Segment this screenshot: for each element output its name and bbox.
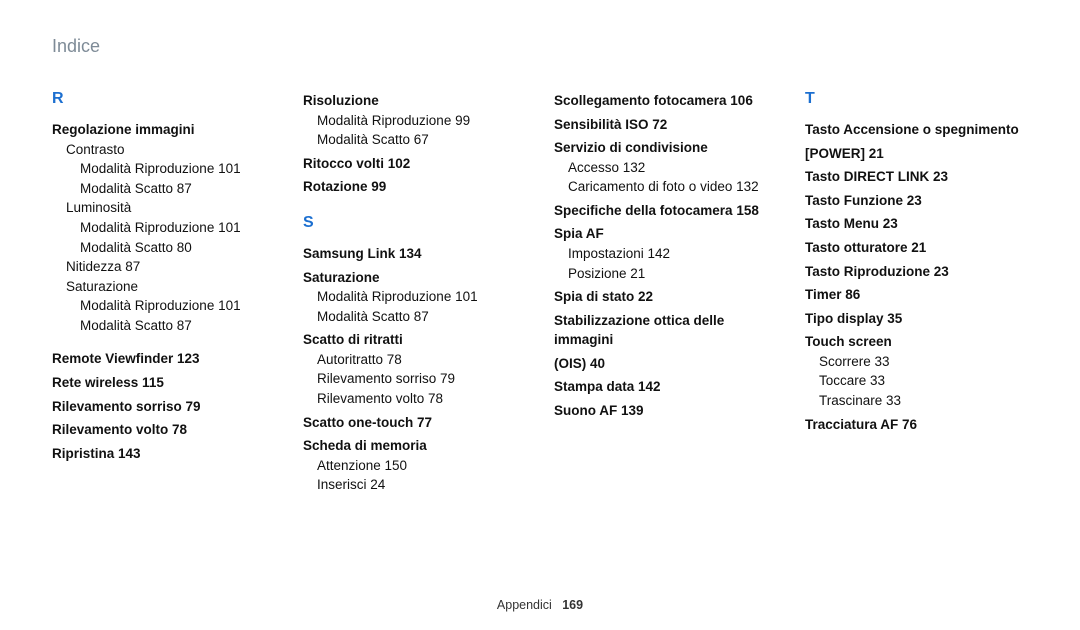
entry: Inserisci 24 bbox=[303, 475, 526, 495]
page-footer: Appendici 169 bbox=[0, 598, 1080, 612]
entry: Rete wireless 115 bbox=[52, 373, 275, 393]
entry: Rilevamento volto 78 bbox=[303, 389, 526, 409]
entry: Remote Viewfinder 123 bbox=[52, 349, 275, 369]
entry: Stabilizzazione ottica delle immagini bbox=[554, 311, 777, 350]
entry: Touch screen bbox=[805, 332, 1028, 352]
entry: Trascinare 33 bbox=[805, 391, 1028, 411]
entry: Stampa data 142 bbox=[554, 377, 777, 397]
entry: Accesso 132 bbox=[554, 158, 777, 178]
index-col-3: Scollegamento fotocamera 106 Sensibilità… bbox=[554, 87, 777, 495]
entry: Ripristina 143 bbox=[52, 444, 275, 464]
index-col-4: T Tasto Accensione o spegnimento [POWER]… bbox=[805, 87, 1028, 495]
entry: Rilevamento volto 78 bbox=[52, 420, 275, 440]
entry: Tipo display 35 bbox=[805, 309, 1028, 329]
entry: Risoluzione bbox=[303, 91, 526, 111]
entry: Spia AF bbox=[554, 224, 777, 244]
entry: Suono AF 139 bbox=[554, 401, 777, 421]
entry: Rilevamento sorriso 79 bbox=[52, 397, 275, 417]
entry: Rilevamento sorriso 79 bbox=[303, 369, 526, 389]
entry: Sensibilità ISO 72 bbox=[554, 115, 777, 135]
entry: Autoritratto 78 bbox=[303, 350, 526, 370]
entry: Saturazione bbox=[303, 268, 526, 288]
footer-section: Appendici bbox=[497, 598, 552, 612]
letter-t: T bbox=[805, 87, 1028, 110]
entry: (OIS) 40 bbox=[554, 354, 777, 374]
columns: R Regolazione immagini Contrasto Modalit… bbox=[52, 87, 1028, 495]
entry: Servizio di condivisione bbox=[554, 138, 777, 158]
entry: Specifiche della fotocamera 158 bbox=[554, 201, 777, 221]
entry: Saturazione bbox=[52, 277, 275, 297]
entry: Modalità Scatto 87 bbox=[52, 316, 275, 336]
entry: Scatto one-touch 77 bbox=[303, 413, 526, 433]
entry: Modalità Scatto 87 bbox=[303, 307, 526, 327]
letter-r: R bbox=[52, 87, 275, 110]
entry: Modalità Riproduzione 101 bbox=[303, 287, 526, 307]
entry: Rotazione 99 bbox=[303, 177, 526, 197]
entry: Tasto DIRECT LINK 23 bbox=[805, 167, 1028, 187]
entry: Tasto Riproduzione 23 bbox=[805, 262, 1028, 282]
entry: Tasto Menu 23 bbox=[805, 214, 1028, 234]
entry: Modalità Scatto 80 bbox=[52, 238, 275, 258]
entry: Timer 86 bbox=[805, 285, 1028, 305]
entry: Attenzione 150 bbox=[303, 456, 526, 476]
page-header: Indice bbox=[52, 36, 1028, 57]
entry: Scheda di memoria bbox=[303, 436, 526, 456]
footer-page: 169 bbox=[562, 598, 583, 612]
entry: Spia di stato 22 bbox=[554, 287, 777, 307]
entry: Modalità Riproduzione 101 bbox=[52, 218, 275, 238]
entry: Scorrere 33 bbox=[805, 352, 1028, 372]
index-col-1: R Regolazione immagini Contrasto Modalit… bbox=[52, 87, 275, 495]
entry: Tasto Accensione o spegnimento bbox=[805, 120, 1028, 140]
letter-s: S bbox=[303, 211, 526, 234]
entry: Toccare 33 bbox=[805, 371, 1028, 391]
entry: Modalità Riproduzione 101 bbox=[52, 296, 275, 316]
entry: [POWER] 21 bbox=[805, 144, 1028, 164]
entry: Tasto Funzione 23 bbox=[805, 191, 1028, 211]
entry: Contrasto bbox=[52, 140, 275, 160]
entry: Tasto otturatore 21 bbox=[805, 238, 1028, 258]
entry: Modalità Riproduzione 101 bbox=[52, 159, 275, 179]
entry: Posizione 21 bbox=[554, 264, 777, 284]
index-col-2: Risoluzione Modalità Riproduzione 99 Mod… bbox=[303, 87, 526, 495]
entry: Scollegamento fotocamera 106 bbox=[554, 91, 777, 111]
entry: Caricamento di foto o video 132 bbox=[554, 177, 777, 197]
entry: Scatto di ritratti bbox=[303, 330, 526, 350]
entry: Modalità Riproduzione 99 bbox=[303, 111, 526, 131]
entry: Modalità Scatto 67 bbox=[303, 130, 526, 150]
entry: Tracciatura AF 76 bbox=[805, 415, 1028, 435]
entry: Ritocco volti 102 bbox=[303, 154, 526, 174]
entry: Samsung Link 134 bbox=[303, 244, 526, 264]
entry: Luminosità bbox=[52, 198, 275, 218]
entry: Regolazione immagini bbox=[52, 120, 275, 140]
entry: Nitidezza 87 bbox=[52, 257, 275, 277]
entry: Impostazioni 142 bbox=[554, 244, 777, 264]
entry: Modalità Scatto 87 bbox=[52, 179, 275, 199]
